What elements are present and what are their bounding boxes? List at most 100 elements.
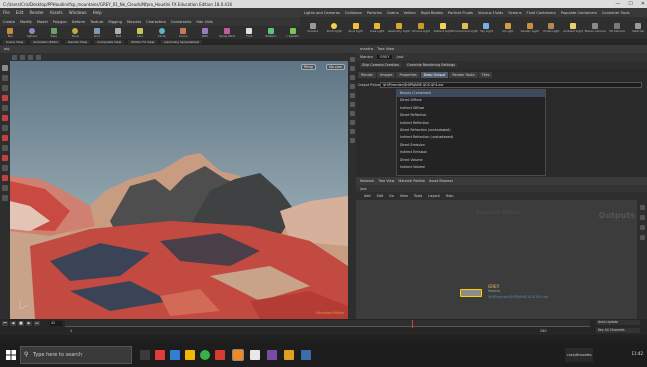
tray-user-label[interactable]: crazy8noodles [565,348,593,362]
auto-update-menu[interactable]: Auto Update [596,320,640,325]
pane-tab[interactable]: Motion FX View [128,40,158,44]
note-icon[interactable] [639,225,645,230]
shelf-tool-ambient-light[interactable]: Ambient Light [563,23,583,33]
shelf-tool-tube[interactable]: Tube [46,27,61,38]
network-path[interactable]: /out [360,187,367,191]
record-icon[interactable] [2,175,8,181]
taskbar-app-icon[interactable] [284,350,294,360]
network-menu-item[interactable]: Edit [377,194,384,198]
menu-edit[interactable]: Edit [16,10,24,15]
view-icon[interactable] [2,105,8,111]
shelf-tool-switcher[interactable]: Switcher [630,23,647,33]
param-tab[interactable]: Properties [396,72,420,78]
shelf-tool-torus[interactable]: Torus [68,27,83,38]
play-reverse-icon[interactable]: ◀ [10,321,16,326]
shelf-tool-portal-light[interactable]: Portal Light [543,23,560,33]
menu-assets[interactable]: Assets [50,10,63,15]
shelf-tab[interactable]: Collisions [345,11,362,15]
override-settings-button[interactable]: Override Rendering Settings [405,63,458,67]
dropdown-item[interactable]: Indirect Volume [397,164,545,171]
pane-tab[interactable]: Composite View [94,40,125,44]
shelf-tab[interactable]: Hair Utils [196,20,212,24]
taskbar-app-icon[interactable] [155,350,165,360]
shelf-tab[interactable]: Container Tools [602,11,630,15]
shelf-tab[interactable]: Characters [146,20,166,24]
points-icon[interactable] [349,93,355,98]
taskbar-app-icon[interactable] [267,350,277,360]
shelf-tool-camera[interactable]: Camera [304,23,321,33]
dropdown-item[interactable]: Indirect Emission [397,149,545,156]
skip-camera-button[interactable]: Skip Camera Creation [360,63,402,67]
camera-view-icon[interactable] [2,165,8,171]
end-frame-field[interactable]: 240 [540,329,546,333]
grid-snap-icon[interactable] [2,145,8,151]
shadows-icon[interactable] [349,129,355,134]
shading-icon[interactable] [349,66,355,71]
shelf-tab[interactable]: Grains [387,11,399,15]
shelf-tool-spot-light[interactable]: Spot Light [347,23,364,33]
shelf-tool-grid[interactable]: Grid [90,27,105,38]
layout-icon[interactable] [639,205,645,210]
dropdown-item[interactable]: Indirect Refraction (unshadowed) [397,134,545,141]
taskbar-app-icon[interactable] [200,350,210,360]
flipbook-icon[interactable] [2,195,8,201]
houdini-taskbar-icon[interactable] [232,349,244,361]
shelf-tool-stereo-camera[interactable]: Stereo Camera [585,23,606,33]
pane-tab[interactable]: Asset Browser [429,179,453,183]
shelf-tab[interactable]: Lights and Cameras [304,11,340,15]
shelf-tab[interactable]: Texture [90,20,103,24]
dropdown-item[interactable]: Direct Emission [397,142,545,149]
network-menu-item[interactable]: Add [364,194,371,198]
display-options-icon[interactable] [349,57,355,62]
select-icon[interactable] [2,65,8,71]
shelf-tab[interactable]: Particle Fluids [448,11,473,15]
task-view-icon[interactable] [140,350,150,360]
param-tab-active[interactable]: Deep Output [420,72,449,78]
taskbar-app-icon[interactable] [215,350,225,360]
network-menu-item[interactable]: Tools [414,194,422,198]
shelf-tool-area-light[interactable]: Area Light [368,23,385,33]
shelf-tab[interactable]: Modify [20,20,32,24]
dropdown-item[interactable]: Direct Diffuse [397,97,545,104]
shelf-tool-gi-light[interactable]: GI Light [499,23,516,33]
shelf-tab[interactable]: Polygon [53,20,67,24]
taskbar-app-icon[interactable] [170,350,180,360]
menu-file[interactable]: File [3,10,10,15]
shelf-tool-distant-light[interactable]: Distant Light [434,23,452,33]
camera-menu[interactable]: No cam [326,64,345,70]
shelf-tab[interactable]: Viscous Fluids [478,11,503,15]
shelf-tab[interactable]: Deform [72,20,85,24]
shelf-tab[interactable]: Rigid Bodies [421,11,443,15]
pane-tab[interactable]: Geometry Spreadsheet [161,40,203,44]
network-editor[interactable]: Education Edition Outputs GREY Mantra $H… [356,200,637,319]
shelf-tool-circle[interactable]: Circle [154,27,169,38]
pane-tab[interactable]: Network [360,179,374,183]
clock[interactable]: 11:42 [631,351,643,356]
pane-tab[interactable]: Tree View [378,179,394,183]
param-tab[interactable]: Images [377,72,396,78]
shelf-tab[interactable]: Create [3,20,15,24]
minimize-icon[interactable]: — [615,1,620,7]
dropdown-item[interactable]: Indirect Reflection [397,120,545,127]
pane-tab[interactable]: Render View [65,40,91,44]
handle-icon[interactable] [2,85,8,91]
grid-icon[interactable] [639,215,645,220]
shelf-tool-null[interactable]: Null [111,27,126,38]
shelf-tab[interactable]: Model [37,20,48,24]
shelf-tab[interactable]: Muscles [127,20,141,24]
network-menu-item[interactable]: Layout [428,194,440,198]
stop-icon[interactable]: ■ [18,321,24,326]
shelf-tab[interactable]: Rigging [108,20,122,24]
transform-icon[interactable] [2,75,8,81]
param-tab[interactable]: Tiles [478,72,493,78]
rotate-tool-icon[interactable] [28,54,33,60]
shelf-tool-font[interactable]: Font [242,27,257,38]
brush-icon[interactable] [2,115,8,121]
lighting-icon[interactable] [349,120,355,125]
shelf-tool-geometry-light[interactable]: Geometry Light [388,23,410,33]
menu-windows[interactable]: Windows [69,10,87,15]
shelf-tool-line[interactable]: Line [133,27,148,38]
network-menu-item[interactable]: Go [389,194,394,198]
shelf-tab[interactable]: Constraints [171,20,192,24]
network-menu-item[interactable]: View [400,194,408,198]
